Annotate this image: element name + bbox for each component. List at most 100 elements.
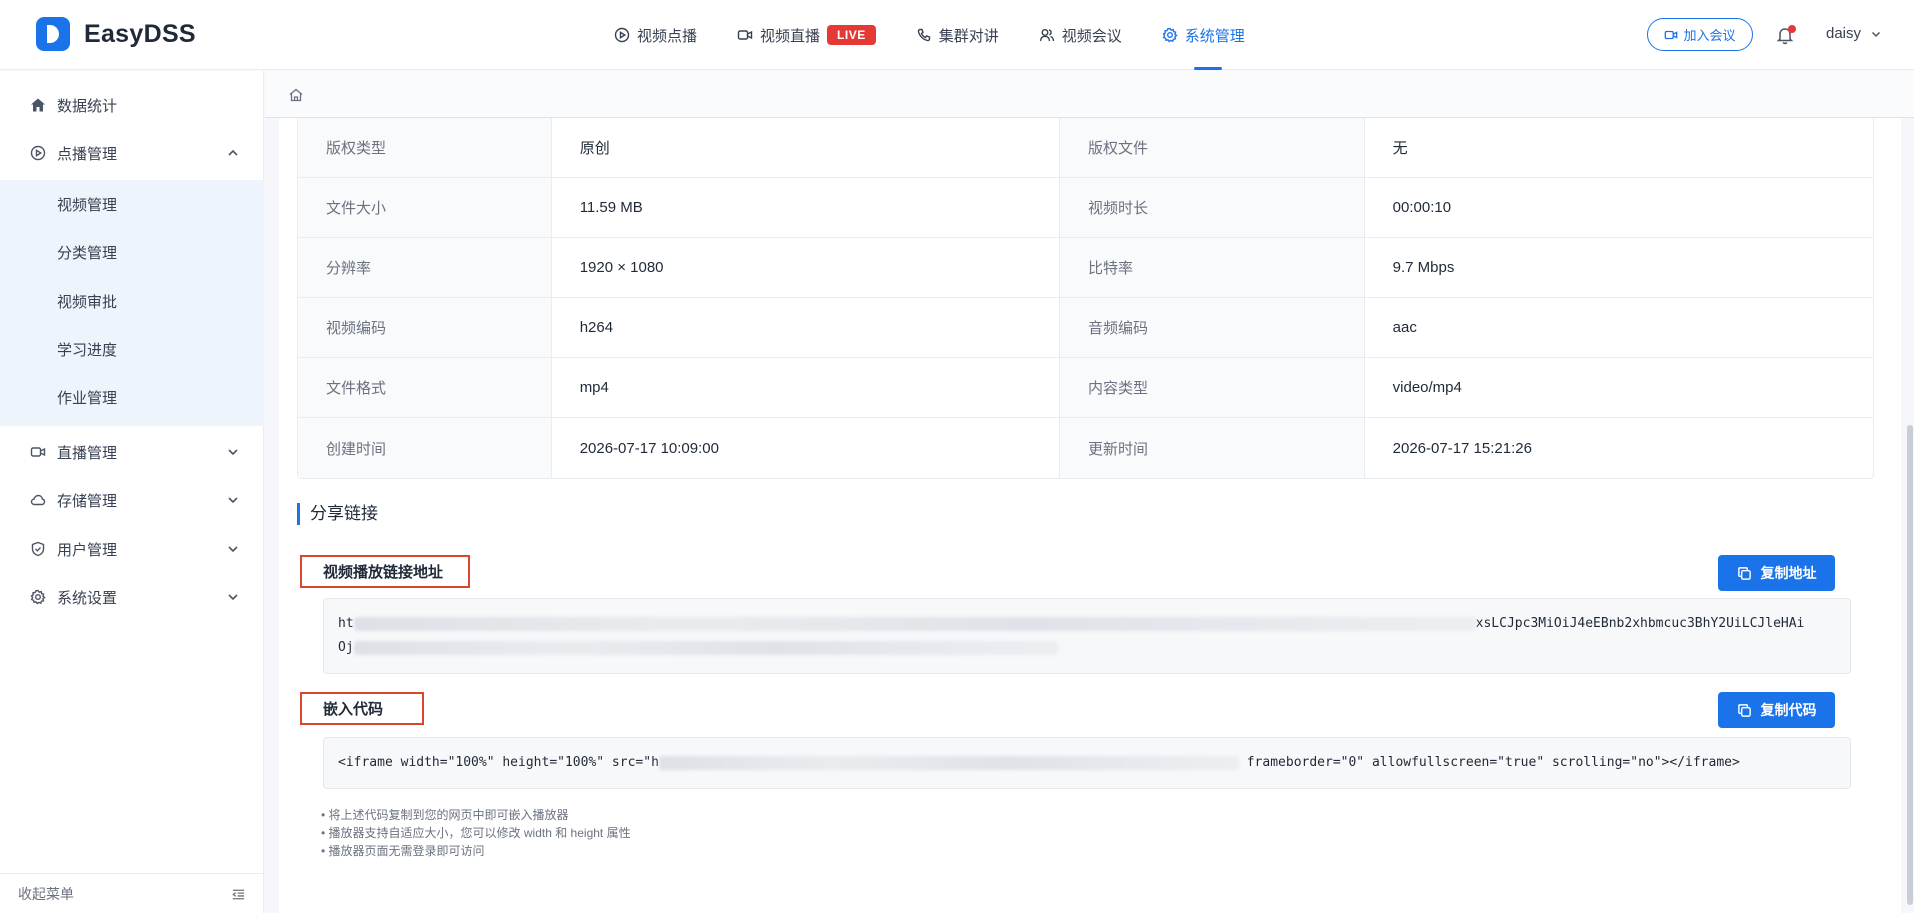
- live-badge: LIVE: [827, 25, 876, 45]
- user-name: daisy: [1826, 25, 1862, 42]
- sidebar-item-vod[interactable]: 点播管理: [0, 129, 264, 177]
- nav-label: 视频会议: [1061, 27, 1122, 45]
- submenu-item-video[interactable]: 视频管理: [0, 180, 264, 228]
- logo-mark-icon: [36, 17, 70, 51]
- info-label: 视频编码: [298, 298, 552, 357]
- chevron-down-icon: [228, 497, 238, 504]
- info-label: 版权文件: [1060, 118, 1365, 177]
- info-value: video/mp4: [1392, 379, 1462, 396]
- link-text: Oj: [338, 640, 354, 655]
- video-camera-icon: [737, 30, 753, 40]
- sidebar-item-stats[interactable]: 数据统计: [0, 81, 264, 129]
- table-row: 文件格式 mp4 内容类型 video/mp4: [298, 358, 1873, 418]
- submenu-item-homework[interactable]: 作业管理: [0, 373, 264, 421]
- play-link-label: 视频播放链接地址: [300, 555, 470, 588]
- info-value: 11.59 MB: [552, 178, 1061, 237]
- sidebar-item-settings[interactable]: 系统设置: [0, 573, 264, 621]
- nav-item-live[interactable]: 视频直播 LIVE: [737, 0, 876, 70]
- submenu-item-approval[interactable]: 视频审批: [0, 277, 264, 325]
- copy-address-label: 复制地址: [1760, 565, 1817, 581]
- play-link-line: Oj: [338, 638, 1058, 658]
- table-row: 分辨率 1920 × 1080 比特率 9.7 Mbps: [298, 238, 1873, 298]
- home-icon[interactable]: [288, 87, 304, 103]
- redacted-url: [353, 616, 1476, 631]
- app-logo[interactable]: EasyDSS: [36, 17, 196, 51]
- sidebar-item-users[interactable]: 用户管理: [0, 525, 264, 573]
- sidebar-item-storage[interactable]: 存储管理: [0, 476, 264, 524]
- gear-icon: [1162, 27, 1178, 43]
- video-camera-icon: [30, 447, 46, 457]
- submenu-item-category[interactable]: 分类管理: [0, 228, 264, 276]
- video-detail-card: 版权类型 原创 版权文件 无 文件大小 11.59 MB 视频时长 00:00:…: [279, 118, 1901, 913]
- info-label: 创建时间: [298, 418, 552, 478]
- phone-icon: [917, 28, 930, 42]
- shield-icon: [31, 541, 45, 557]
- submenu-item-progress[interactable]: 学习进度: [0, 325, 264, 373]
- link-text: ht: [338, 616, 354, 631]
- nav-item-vod[interactable]: 视频点播: [614, 0, 697, 70]
- embed-code-label: 嵌入代码: [300, 692, 424, 725]
- submenu-item-label: 视频审批: [57, 293, 118, 311]
- user-menu[interactable]: daisy: [1826, 25, 1882, 42]
- chevron-down-icon: [228, 449, 238, 456]
- info-value: h264: [552, 298, 1061, 357]
- submenu-item-label: 分类管理: [57, 244, 118, 262]
- info-value: 2026-07-17 10:09:00: [552, 418, 1061, 478]
- info-value: aac: [1392, 319, 1417, 336]
- nav-label: 视频点播: [637, 27, 698, 45]
- sidebar: 数据统计 点播管理 视频管理 分类管理 视频审批 学习进度 作业管理 直播管理 …: [0, 71, 264, 913]
- video-info-table: 版权类型 原创 版权文件 无 文件大小 11.59 MB 视频时长 00:00:…: [297, 118, 1874, 479]
- info-label: 文件格式: [298, 358, 552, 417]
- sidebar-item-live[interactable]: 直播管理: [0, 428, 264, 476]
- redacted-url: [353, 640, 1058, 655]
- usage-notes: • 将上述代码复制到您的网页中即可嵌入播放器 • 播放器支持自适应大小，您可以修…: [321, 806, 631, 860]
- collapse-menu-button[interactable]: 收起菜单: [0, 873, 264, 913]
- copy-icon: [1737, 566, 1751, 580]
- info-label: 文件大小: [298, 178, 552, 237]
- collapse-icon: [232, 889, 245, 900]
- nav-label: 集群对讲: [938, 27, 999, 45]
- cloud-icon: [30, 494, 46, 506]
- chevron-up-icon: [228, 149, 238, 156]
- submenu-item-label: 视频管理: [57, 196, 118, 214]
- info-label: 版权类型: [298, 118, 552, 177]
- info-value: 2026-07-17 15:21:26: [1392, 439, 1532, 457]
- nav-item-system[interactable]: 系统管理: [1162, 0, 1245, 70]
- copy-code-button[interactable]: 复制代码: [1718, 692, 1835, 728]
- notification-dot: [1788, 25, 1796, 33]
- note-item: • 播放器页面无需登录即可访问: [321, 844, 485, 858]
- sidebar-item-label: 用户管理: [57, 541, 118, 559]
- code-text: <iframe width="100%" height="100%" src="…: [338, 755, 659, 770]
- breadcrumb: [265, 71, 1914, 118]
- info-value: 原创: [552, 118, 1061, 177]
- embed-code-box[interactable]: <iframe width="100%" height="100%" src="…: [323, 737, 1851, 789]
- note-item: • 将上述代码复制到您的网页中即可嵌入播放器: [321, 808, 569, 822]
- join-meeting-button[interactable]: 加入会议: [1647, 18, 1753, 51]
- table-row: 视频编码 h264 音频编码 aac: [298, 298, 1873, 358]
- info-value: 9.7 Mbps: [1392, 259, 1455, 276]
- nav-label: 视频直播: [760, 27, 821, 45]
- embed-code-line: <iframe width="100%" height="100%" src="…: [338, 753, 1740, 773]
- copy-address-button[interactable]: 复制地址: [1718, 555, 1835, 591]
- sidebar-item-label: 存储管理: [57, 492, 118, 510]
- info-value: mp4: [552, 358, 1061, 417]
- chevron-down-icon: [228, 594, 238, 601]
- code-text: frameborder="0" allowfullscreen="true" s…: [1238, 755, 1740, 770]
- gear-icon: [30, 589, 46, 605]
- app-name: EasyDSS: [84, 19, 196, 48]
- video-camera-icon: [1665, 30, 1678, 39]
- users-icon: [1039, 29, 1054, 42]
- scrollbar-thumb[interactable]: [1907, 425, 1913, 905]
- info-value: 00:00:10: [1392, 199, 1452, 216]
- table-row: 文件大小 11.59 MB 视频时长 00:00:10: [298, 178, 1873, 238]
- nav-label: 系统管理: [1184, 27, 1245, 45]
- submenu-item-label: 作业管理: [57, 389, 118, 407]
- note-item: • 播放器支持自适应大小，您可以修改 width 和 height 属性: [321, 826, 631, 840]
- table-row: 版权类型 原创 版权文件 无: [298, 118, 1873, 178]
- copy-code-label: 复制代码: [1760, 702, 1817, 718]
- table-row: 创建时间 2026-07-17 10:09:00 更新时间 2026-07-17…: [298, 418, 1873, 478]
- play-circle-icon: [614, 27, 630, 43]
- nav-item-intercom[interactable]: 集群对讲: [916, 0, 999, 70]
- nav-item-meeting[interactable]: 视频会议: [1039, 0, 1122, 70]
- play-link-box[interactable]: ht xsLCJpc3MiOiJ4eEBnb2xhbmcuc3BhY2UiLCJl…: [323, 598, 1851, 674]
